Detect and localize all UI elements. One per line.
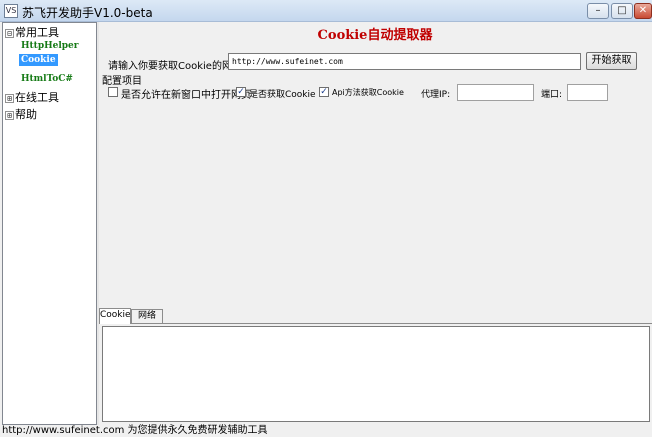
title-bar[interactable]: VS 苏飞开发助手V1.0-beta – □ ✕ [0, 0, 652, 22]
api-method-checkbox[interactable]: ✓ [319, 87, 329, 97]
window-title: 苏飞开发助手V1.0-beta [22, 6, 153, 20]
maximize-button[interactable]: □ [611, 3, 633, 19]
expand-toggle-icon[interactable]: ⊞ [5, 93, 14, 103]
expand-toggle-icon[interactable]: ⊞ [5, 110, 14, 120]
tab-network[interactable]: 网络 [131, 309, 163, 323]
status-bar-text: http://www.sufeinet.com 为您提供永久免费研发辅助工具 [2, 425, 268, 436]
get-cookie-label: 是否获取Cookie [249, 90, 316, 100]
new-window-checkbox[interactable] [108, 87, 118, 97]
minimize-button[interactable]: – [587, 3, 609, 19]
start-fetch-button[interactable]: 开始获取 [586, 52, 637, 70]
url-label: 请输入你要获取Cookie的网址: [108, 61, 246, 72]
config-group-label: 配置项目 [102, 76, 142, 87]
tree-node-help[interactable]: ⊞ 帮助 [5, 106, 37, 122]
get-cookie-checkbox[interactable]: ✓ [236, 87, 246, 97]
url-input[interactable]: http://www.sufeinet.com [228, 53, 581, 70]
api-method-label: Api方法获取Cookie [332, 88, 404, 97]
page-title: Cookie自动提取器 [317, 28, 433, 43]
tree-item-httphelper[interactable]: HttpHelper [19, 40, 81, 52]
tree-node-label: 帮助 [15, 108, 37, 121]
tree-node-online-tools[interactable]: ⊞ 在线工具 [5, 89, 59, 105]
collapse-toggle-icon[interactable]: ⊟ [5, 28, 14, 38]
port-input[interactable] [567, 84, 608, 101]
tree-node-label: 在线工具 [15, 91, 59, 104]
port-label: 端口: [541, 90, 563, 100]
tree-item-htmltocsharp[interactable]: HtmlToC# [19, 73, 75, 85]
nav-tree: ⊟ 常用工具 HttpHelper Cookie HtmlToC# ⊞ 在线工具 ⊞… [2, 22, 97, 425]
tree-node-label: 常用工具 [15, 26, 59, 39]
app-window: VS 苏飞开发助手V1.0-beta – □ ✕ ⊟ 常用工具 HttpHelpe… [0, 0, 652, 437]
proxy-ip-input[interactable] [457, 84, 534, 101]
cookie-output-textarea[interactable] [102, 326, 650, 422]
app-logo-icon: VS [4, 4, 18, 18]
close-button[interactable]: ✕ [634, 3, 652, 19]
new-window-label: 是否允许在新窗口中打开网页 [121, 90, 251, 101]
tab-cookie[interactable]: Cookie [99, 308, 131, 324]
tree-node-common-tools[interactable]: ⊟ 常用工具 [5, 24, 59, 40]
tree-item-cookie[interactable]: Cookie [19, 54, 58, 66]
proxy-ip-label: 代理IP: [421, 90, 451, 100]
